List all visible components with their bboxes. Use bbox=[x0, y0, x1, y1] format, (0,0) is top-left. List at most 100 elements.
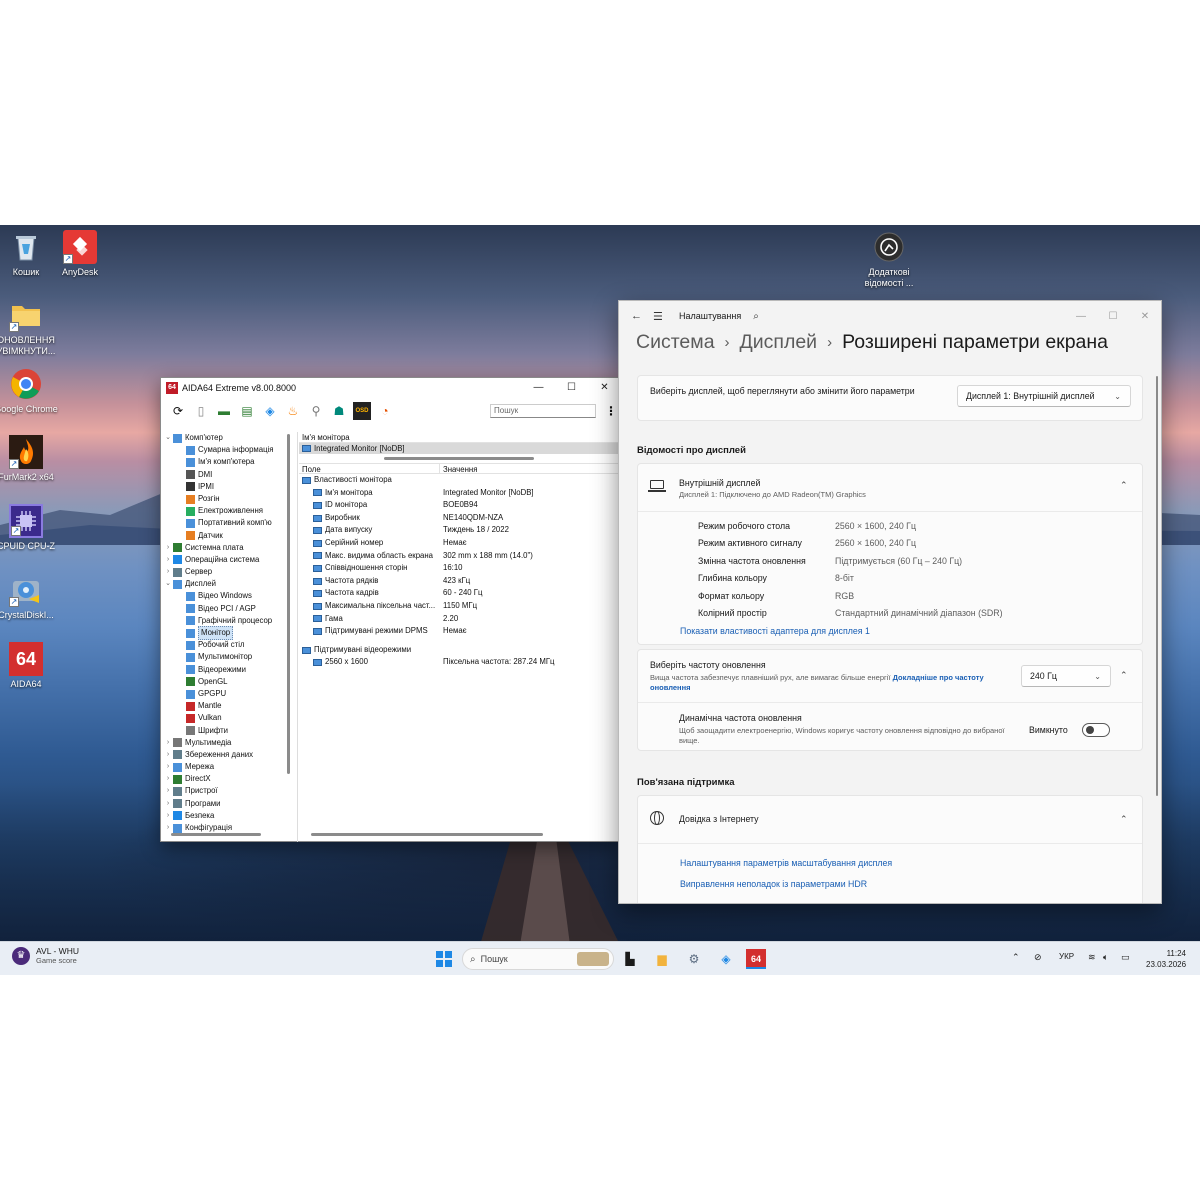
aida64-taskbar-icon[interactable]: 64 bbox=[746, 949, 766, 969]
expand-chevron-icon[interactable]: › bbox=[163, 785, 173, 797]
property-row[interactable]: Максимальна піксельна част... 1150 МГц bbox=[299, 600, 621, 613]
tree-item[interactable]: Шрифти bbox=[163, 725, 291, 737]
back-arrow-icon[interactable]: ← bbox=[631, 310, 653, 322]
desktop-icon-cpuz[interactable]: ↗ CPUID CPU-Z bbox=[0, 504, 58, 552]
tree-item[interactable]: Портативний комп'ю bbox=[163, 517, 291, 529]
tree-item[interactable]: DMI bbox=[163, 469, 291, 481]
property-row[interactable]: Дата випуску Тиждень 18 / 2022 bbox=[299, 524, 621, 537]
tree-item[interactable]: ⌄ Дисплей bbox=[163, 578, 291, 590]
tree-item[interactable]: Сумарна інформація bbox=[163, 444, 291, 456]
minimize-button[interactable]: — bbox=[522, 378, 555, 398]
osd-icon[interactable]: OSD bbox=[353, 402, 371, 420]
tree-item[interactable]: IPMI bbox=[163, 481, 291, 493]
desktop-icon-crystaldisk[interactable]: ↗ CrystalDiskI... bbox=[0, 573, 58, 621]
chevron-up-icon[interactable]: ⌃ bbox=[1120, 814, 1128, 825]
property-row[interactable]: Макс. видима область екрана 302 mm x 188 … bbox=[299, 550, 621, 563]
maximize-button[interactable]: ☐ bbox=[1097, 311, 1129, 322]
expand-chevron-icon[interactable]: ⌄ bbox=[163, 432, 173, 444]
tree-item[interactable]: GPGPU bbox=[163, 688, 291, 700]
user-icon[interactable]: ☗ bbox=[330, 402, 348, 420]
dynamic-refresh-toggle[interactable] bbox=[1082, 723, 1110, 737]
task-view-icon[interactable]: ▙ bbox=[620, 949, 640, 969]
gauge-icon[interactable]: ◔ bbox=[376, 402, 394, 420]
settings-scrollbar[interactable] bbox=[1156, 376, 1158, 796]
expand-chevron-icon[interactable]: › bbox=[163, 798, 173, 810]
expand-chevron-icon[interactable]: › bbox=[163, 554, 173, 566]
property-row[interactable]: Частота кадрів 60 - 240 Гц bbox=[299, 587, 621, 600]
chevron-up-icon[interactable]: ⌃ bbox=[1120, 480, 1128, 491]
tree-item[interactable]: Vulkan bbox=[163, 712, 291, 724]
battery-icon[interactable]: ▭ bbox=[1121, 952, 1130, 963]
pane-divider[interactable] bbox=[297, 432, 298, 842]
display-dropdown[interactable]: Дисплей 1: Внутрішній дисплей ⌄ bbox=[957, 385, 1131, 407]
breadcrumb-system[interactable]: Система bbox=[636, 331, 715, 354]
memory-icon[interactable]: ▤ bbox=[238, 402, 256, 420]
expand-chevron-icon[interactable]: › bbox=[163, 761, 173, 773]
network-app-icon[interactable]: ◈ bbox=[716, 949, 736, 969]
tree-item[interactable]: Електроживлення bbox=[163, 505, 291, 517]
field-column-header[interactable]: Поле bbox=[299, 464, 440, 474]
taskbar-search[interactable]: ⌕ Пошук bbox=[462, 948, 614, 970]
tree-item[interactable]: Ім'я комп'ютера bbox=[163, 456, 291, 468]
expand-chevron-icon[interactable]: › bbox=[163, 749, 173, 761]
tree-item[interactable]: Відеорежими bbox=[163, 664, 291, 676]
desktop-icon-anydesk[interactable]: ↗ AnyDesk bbox=[48, 230, 112, 278]
tree-item[interactable]: Відео Windows bbox=[163, 590, 291, 602]
device-list-scrollbar[interactable] bbox=[384, 457, 534, 460]
report-icon[interactable]: ▯ bbox=[192, 402, 210, 420]
tree-item[interactable]: Відео PCI / AGP bbox=[163, 603, 291, 615]
language-indicator[interactable]: УКР bbox=[1059, 952, 1074, 961]
motherboard-icon[interactable]: ▬ bbox=[215, 402, 233, 420]
property-row[interactable]: Виробник NE140QDM-NZA bbox=[299, 512, 621, 525]
tree-item[interactable]: › Програми bbox=[163, 798, 291, 810]
tree-scrollbar[interactable] bbox=[287, 434, 290, 774]
tree-item[interactable]: Розгін bbox=[163, 493, 291, 505]
antenna-icon[interactable]: ⚲ bbox=[307, 402, 325, 420]
minimize-button[interactable]: — bbox=[1065, 311, 1097, 322]
breadcrumb-display[interactable]: Дисплей bbox=[740, 331, 818, 354]
expand-chevron-icon[interactable]: › bbox=[163, 737, 173, 749]
tree-hscrollbar[interactable] bbox=[171, 833, 261, 836]
property-row[interactable]: Серійний номер Немає bbox=[299, 537, 621, 550]
help-link-scaling[interactable]: Налаштування параметрів масштабування ди… bbox=[680, 858, 892, 868]
properties-hscrollbar[interactable] bbox=[311, 833, 543, 836]
settings-app-icon[interactable]: ⚙ bbox=[684, 949, 704, 969]
search-input[interactable]: Пошук bbox=[490, 404, 596, 418]
refresh-icon[interactable]: ⟳ bbox=[169, 402, 187, 420]
tree-item[interactable]: Mantle bbox=[163, 700, 291, 712]
search-icon[interactable]: ⌕ bbox=[753, 311, 759, 322]
settings-titlebar[interactable]: ← ☰ Налаштування ⌕ — ☐ ✕ bbox=[619, 301, 1161, 331]
clock[interactable]: 11:24 23.03.2026 bbox=[1146, 948, 1186, 970]
property-row[interactable]: Гама 2.20 bbox=[299, 613, 621, 626]
tree-item[interactable]: › Безпека bbox=[163, 810, 291, 822]
tree-item[interactable]: OpenGL bbox=[163, 676, 291, 688]
start-button[interactable] bbox=[436, 951, 452, 967]
volume-icon[interactable]: 🔈︎ bbox=[1103, 952, 1108, 963]
refresh-rate-dropdown[interactable]: 240 Гц ⌄ bbox=[1021, 665, 1111, 687]
tray-overflow-icon[interactable]: ⌃ bbox=[1012, 952, 1020, 963]
device-row[interactable]: Integrated Monitor [NoDB] bbox=[299, 443, 621, 454]
tree-item[interactable]: Робочий стіл bbox=[163, 639, 291, 651]
maximize-button[interactable]: ☐ bbox=[555, 378, 588, 398]
tree-item[interactable]: › Мультимедіа bbox=[163, 737, 291, 749]
property-row[interactable]: Ім'я монітора Integrated Monitor [NoDB] bbox=[299, 487, 621, 500]
desktop-icon-aida64[interactable]: 64 AIDA64 bbox=[0, 642, 58, 690]
help-link-hdr[interactable]: Виправлення неполадок із параметрами HDR bbox=[680, 879, 867, 889]
expand-chevron-icon[interactable]: › bbox=[163, 773, 173, 785]
location-off-icon[interactable]: ⊘ bbox=[1034, 952, 1042, 963]
tree-item[interactable]: › Мережа bbox=[163, 761, 291, 773]
close-button[interactable]: ✕ bbox=[1129, 311, 1161, 322]
property-row[interactable]: ID монітора BOE0B94 bbox=[299, 499, 621, 512]
aida64-titlebar[interactable]: 64 AIDA64 Extreme v8.00.8000 — ☐ ✕ bbox=[161, 378, 621, 398]
close-button[interactable]: ✕ bbox=[588, 378, 621, 398]
wifi-icon[interactable]: ≋ bbox=[1088, 952, 1096, 963]
tree-item[interactable]: › Системна плата bbox=[163, 542, 291, 554]
property-row[interactable]: Частота рядків 423 кГц bbox=[299, 575, 621, 588]
expand-chevron-icon[interactable]: ⌄ bbox=[163, 578, 173, 590]
property-row[interactable]: Підтримувані режими DPMS Немає bbox=[299, 625, 621, 638]
property-row[interactable]: Співвідношення сторін 16:10 bbox=[299, 562, 621, 575]
network-icon[interactable]: ◈ bbox=[261, 402, 279, 420]
desktop-icon-furmark[interactable]: ↗ FurMark2 x64 bbox=[0, 435, 58, 483]
expand-chevron-icon[interactable]: › bbox=[163, 810, 173, 822]
desktop-icon-folder[interactable]: ↗ ОНОВЛЕННЯ УВІМКНУТИ... bbox=[0, 298, 58, 357]
